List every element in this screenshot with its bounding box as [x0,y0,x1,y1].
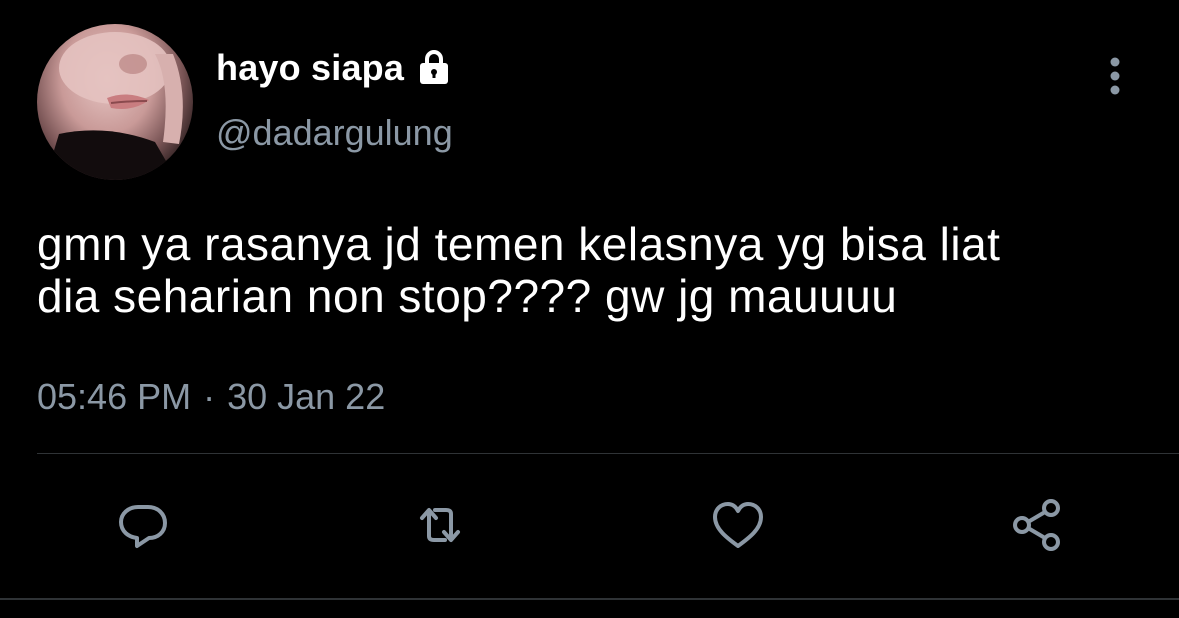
more-vertical-icon[interactable] [1098,56,1132,96]
reply-icon [119,505,167,548]
action-bar [0,490,1179,560]
tweet-card: hayo siapa @dadargulung gmn ya rasanya j… [0,0,1179,618]
share-icon [1013,499,1060,551]
reply-button[interactable] [108,490,178,560]
user-handle[interactable]: @dadargulung [216,112,453,154]
retweet-icon [420,508,460,542]
tweet-date: 30 Jan 22 [227,376,386,417]
divider [37,453,1179,454]
heart-icon [713,502,763,548]
like-button[interactable] [703,490,773,560]
avatar[interactable] [37,24,193,180]
share-button[interactable] [1002,490,1072,560]
avatar-photo [45,32,183,180]
meta-separator: · [203,376,216,417]
tweet-time: 05:46 PM [37,376,192,417]
name-row: hayo siapa [216,46,454,90]
display-name[interactable]: hayo siapa [216,47,404,89]
tweet-text: gmn ya rasanya jd temen kelasnya yg bisa… [37,218,1001,322]
lock-icon [414,48,454,88]
retweet-button[interactable] [405,490,475,560]
tweet-timestamp[interactable]: 05:46 PM · 30 Jan 22 [37,376,385,418]
bottom-divider [0,598,1179,600]
